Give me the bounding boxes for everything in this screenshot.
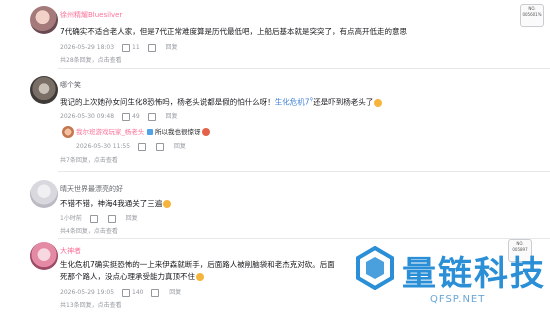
view-replies-link[interactable]: 共28条回复，点击查看 (60, 55, 122, 64)
sub-reply-avatar[interactable] (62, 126, 74, 138)
sub-reply-meta: 2026-05-30 11:55 回复 (76, 141, 192, 151)
thumbs-up-icon (122, 43, 130, 52)
avatar[interactable] (30, 180, 58, 208)
watermark-logo-icon (356, 246, 394, 290)
comment-text-part1: 我记的上次她孙女问生化8恐怖吗，杨老头说都是假的怕什么呀！ (60, 97, 275, 107)
like-button[interactable] (138, 142, 148, 151)
comment-date: 2026-05-29 18:03 (60, 44, 115, 51)
reply-button[interactable]: 回复 (165, 113, 177, 120)
comment-text-body: 不错不错，神海4我通关了三遍 (60, 199, 163, 208)
comment-text: 7代确实不适合老人家，但是7代正常难度算是历代最低吧，上船后基本就是突突了，有点… (60, 27, 408, 36)
badge-icon (146, 129, 153, 135)
thumbs-down-icon (155, 142, 164, 151)
divider (58, 238, 550, 239)
like-button[interactable]: 49 (122, 112, 140, 121)
thumbs-up-icon (122, 288, 130, 297)
watermark-domain: QFSP.NET (430, 294, 486, 305)
sub-reply-username[interactable]: 我尔班游戏玩家_杨老头 (76, 128, 144, 136)
comment-meta: 2026-05-30 09:48 49 回复 (60, 111, 184, 121)
view-replies-link[interactable]: 共13条回复，点击查看 (60, 300, 122, 309)
avatar[interactable] (30, 6, 58, 34)
fan-badge: NO. 005601% (520, 4, 544, 27)
thumbs-down-icon (107, 214, 116, 223)
thumbs-down-icon (147, 112, 156, 121)
sub-reply-date: 2026-05-30 11:55 (76, 143, 131, 150)
reply-button[interactable]: 回复 (169, 289, 181, 296)
comment-text: 不错不错，神海4我通关了三遍 (60, 197, 172, 210)
like-button[interactable] (89, 214, 100, 223)
comment-meta: 2026-05-29 19:05 140 回复 (60, 287, 187, 297)
like-count: 140 (132, 289, 144, 296)
divider (58, 171, 550, 172)
username[interactable]: 徐州精耀Bluesilver (60, 10, 122, 20)
like-count: 11 (132, 44, 140, 51)
dislike-button[interactable] (151, 288, 161, 297)
reply-button[interactable]: 回复 (165, 44, 177, 51)
emoji-icon (201, 128, 210, 136)
comment-text: 我记的上次她孙女问生化8恐怖吗，杨老头说都是假的怕什么呀！生化危机7⚲还是吓到杨… (60, 94, 383, 109)
emoji-icon (163, 200, 172, 208)
sub-reply-text: 所以我也很惊讶 (155, 128, 201, 136)
like-button[interactable]: 140 (122, 288, 144, 297)
thumbs-down-icon (147, 43, 156, 52)
like-count: 49 (132, 113, 140, 120)
comment-meta: 2026-05-29 18:03 11 回复 (60, 42, 184, 52)
comment-text-line2: 死那个路人，没点心理承受能力真顶不住 (60, 270, 204, 283)
view-replies-link[interactable]: 共4条回复，点击查看 (60, 226, 118, 235)
fan-badge-text: NO. 005601% (522, 6, 542, 17)
comment-date: 1小时前 (60, 215, 82, 222)
thumbs-up-icon (122, 112, 130, 121)
reply-button[interactable]: 回复 (174, 143, 186, 150)
comment-date: 2026-05-30 09:48 (60, 113, 115, 120)
emoji-icon (196, 273, 204, 281)
comment-meta: 1小时前 回复 (60, 213, 144, 223)
avatar[interactable] (30, 242, 58, 270)
dislike-button[interactable] (107, 214, 118, 223)
thumbs-up-icon (89, 214, 98, 223)
username[interactable]: 晴天世界最漂亮的好 (60, 184, 123, 194)
reply-button[interactable]: 回复 (126, 215, 138, 222)
comment-date: 2026-05-29 19:05 (60, 289, 115, 296)
divider (58, 68, 550, 69)
comment-text-body: 死那个路人，没点心理承受能力真顶不住 (60, 272, 195, 281)
dislike-button[interactable] (147, 43, 158, 52)
dislike-button[interactable] (155, 142, 166, 151)
avatar[interactable] (30, 76, 58, 104)
dislike-button[interactable] (147, 112, 158, 121)
emoji-icon (374, 98, 383, 107)
watermark-text: 量链科技 (402, 254, 546, 294)
view-replies-link[interactable]: 共7条回复，点击查看 (60, 155, 118, 164)
thumbs-up-icon (138, 142, 146, 151)
like-button[interactable]: 11 (122, 43, 140, 52)
comment-text-part2: 还是吓到杨老头了 (313, 97, 374, 107)
sub-reply-line: 我尔班游戏玩家_杨老头 所以我也很惊讶 (76, 125, 210, 139)
thumbs-down-icon (151, 288, 160, 297)
username[interactable]: 哪个笑 (60, 80, 81, 90)
username[interactable]: 大神者 (60, 246, 81, 256)
mention-link[interactable]: 生化危机7 (275, 98, 310, 107)
